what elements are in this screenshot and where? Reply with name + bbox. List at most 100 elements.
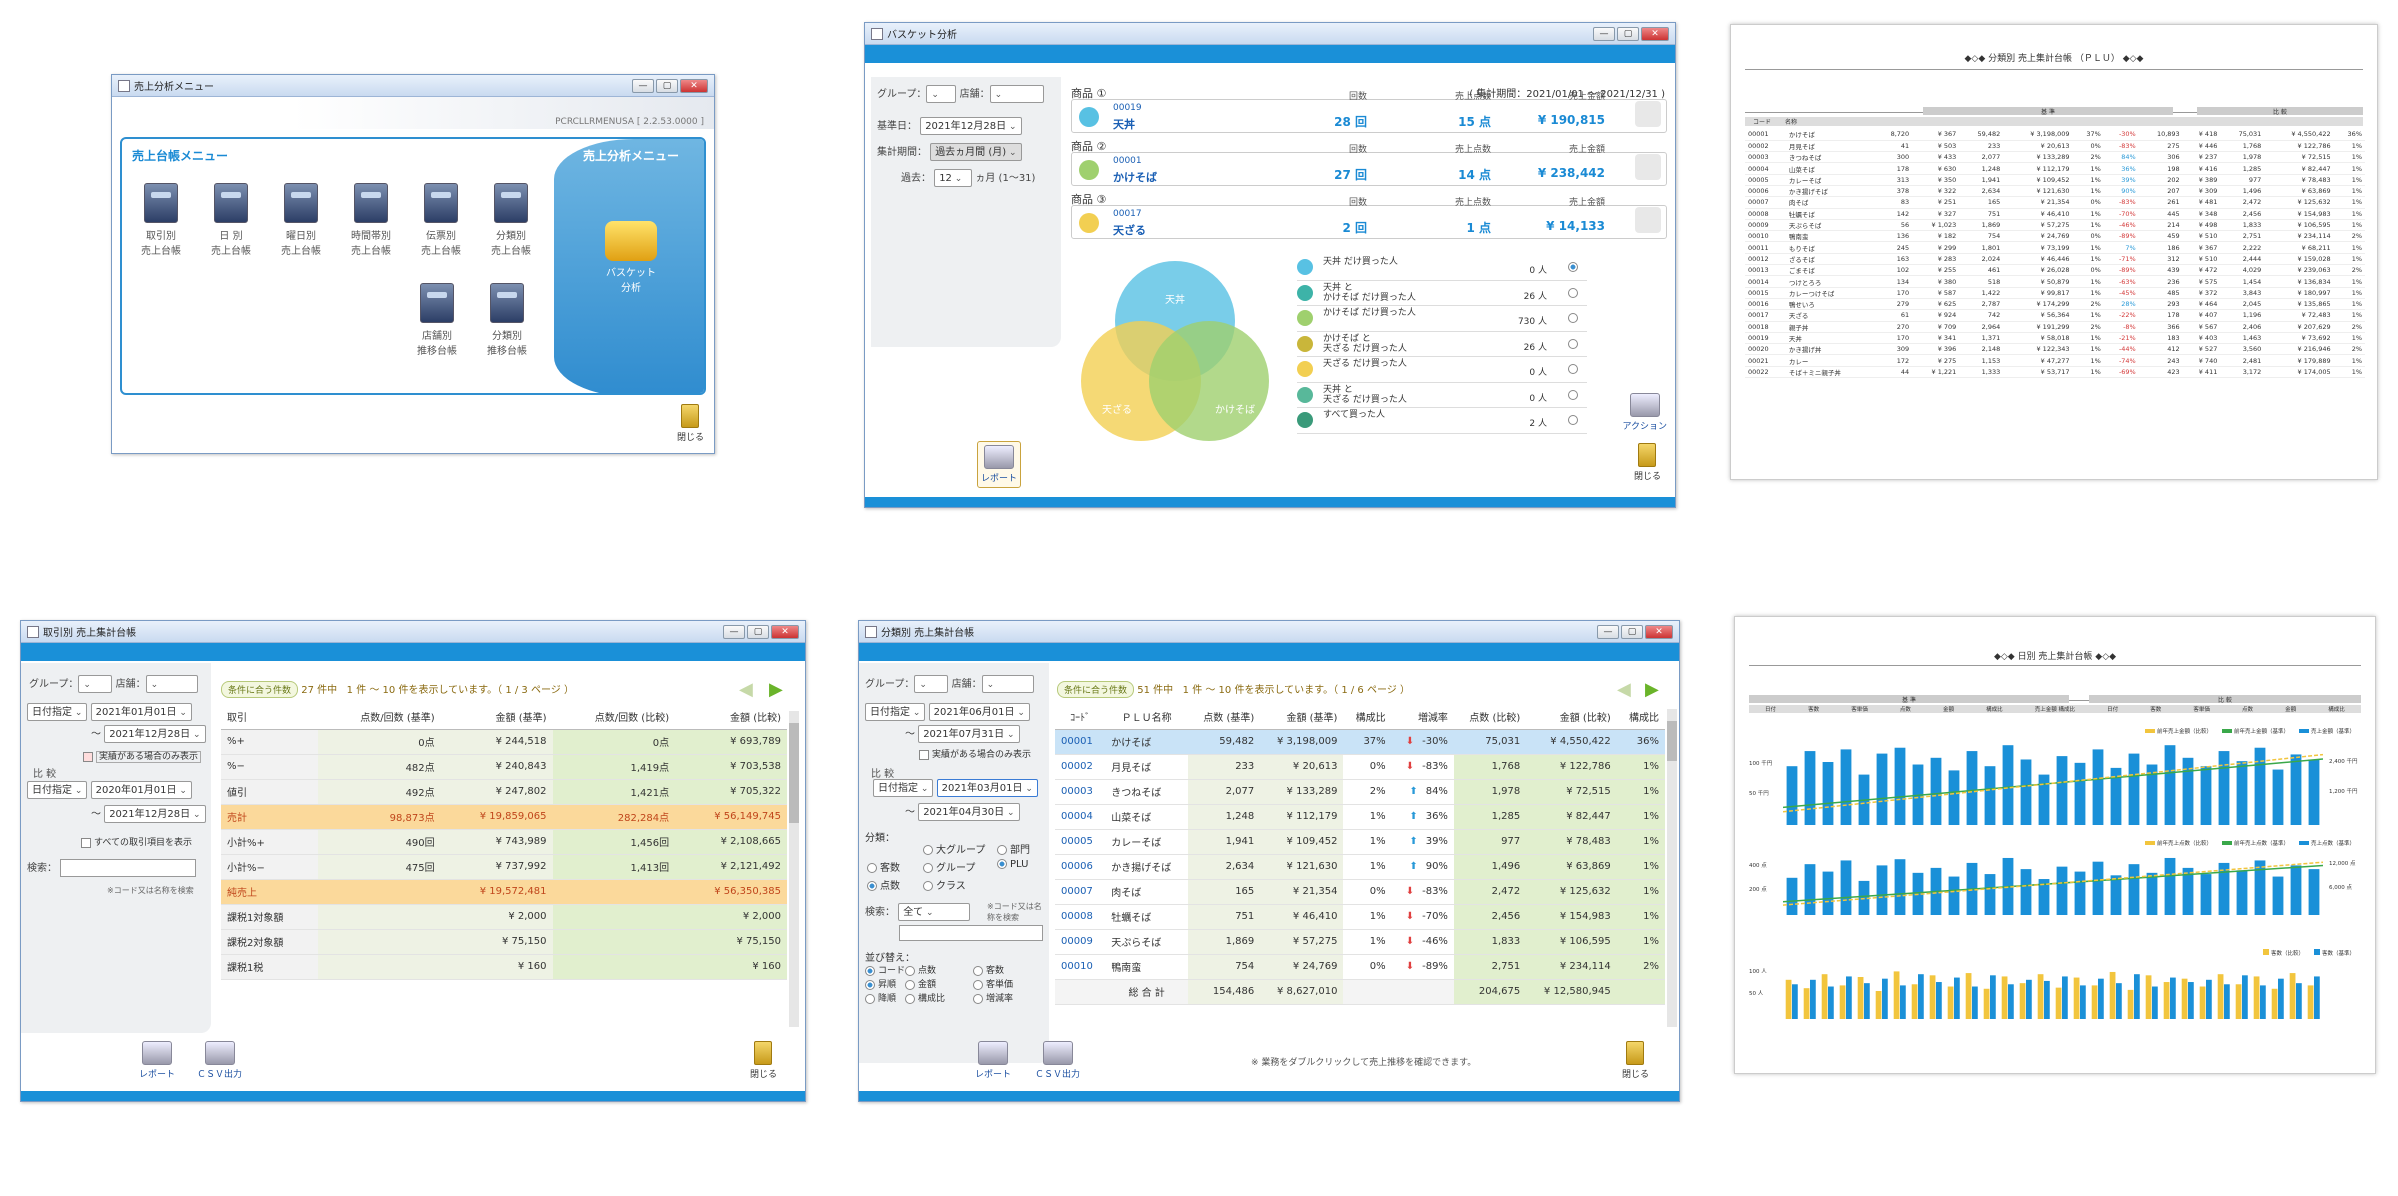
sort-option[interactable]: 構成比 <box>905 991 945 1004</box>
segment-radio[interactable] <box>1568 287 1578 298</box>
csv-button[interactable]: ＣＳＶ出力 <box>197 1041 242 1080</box>
radio-button[interactable] <box>905 965 915 976</box>
ledger-4-button[interactable]: 伝票別 売上台帳 <box>412 183 470 257</box>
buyer-row[interactable]: 天丼 だけ買った人 0 人 <box>1297 255 1587 281</box>
sort-option[interactable]: 増減率 <box>973 991 1013 1004</box>
segment-radio[interactable] <box>1568 364 1578 374</box>
radio-button[interactable] <box>973 993 983 1004</box>
sort-option[interactable]: 客数 <box>973 963 1004 976</box>
next-page-button[interactable]: ▶ <box>769 679 783 700</box>
basket-close-button[interactable]: 閉じる <box>1634 443 1661 482</box>
product-card[interactable]: 商品 ① 00019 天丼 回数 28 回売上点数 15 点売上金額 ¥ 190,815 <box>1071 85 1667 137</box>
past-months-spinner[interactable]: 12 <box>934 169 973 187</box>
group-select[interactable] <box>78 675 113 693</box>
order-option[interactable]: 降順 <box>865 991 896 1004</box>
table-row[interactable]: 00006 かき揚げそば 2,634 ¥ 121,630 1% ⬆ 90% 1,496 ¥ 63… <box>1055 854 1665 880</box>
radio-button[interactable] <box>865 979 875 990</box>
close-window-button[interactable]: ✕ <box>771 624 799 639</box>
order-option[interactable]: 昇順 <box>865 977 896 990</box>
prev-page-button[interactable]: ◀ <box>1617 679 1631 700</box>
product-card[interactable]: 商品 ③ 00017 天ざる 回数 2 回売上点数 1 点売上金額 ¥ 14,133 <box>1071 191 1667 243</box>
category-scrollbar[interactable] <box>1667 709 1677 1027</box>
csv-button[interactable]: ＣＳＶ出力 <box>1035 1041 1080 1080</box>
maximize-button[interactable]: ▢ <box>747 624 769 639</box>
ledger-2-button[interactable]: 曜日別 売上台帳 <box>272 183 330 257</box>
date-mode-select[interactable]: 日付指定 <box>27 703 88 721</box>
minimize-button[interactable]: — <box>632 78 654 93</box>
report-button[interactable]: レポート <box>139 1041 175 1080</box>
minimize-button[interactable]: — <box>1597 624 1619 639</box>
sort-option[interactable]: 客単価 <box>973 977 1013 990</box>
compare-to-select[interactable]: 2021年04月30日 <box>918 803 1020 821</box>
table-row[interactable]: 課税1対象額 ¥ 2,000 ¥ 2,000 <box>221 904 787 930</box>
department-radio[interactable] <box>997 845 1007 855</box>
radio-button[interactable] <box>865 993 875 1004</box>
ledger-7-button[interactable]: 分類別 推移台帳 <box>478 283 536 357</box>
table-row[interactable]: %− 482点 ¥ 240,843 1,419点 ¥ 703,538 <box>221 754 787 780</box>
segment-radio[interactable] <box>1568 262 1578 272</box>
compare-from-select[interactable]: 2021年03月01日 <box>936 779 1038 797</box>
ledger-6-button[interactable]: 店舗別 推移台帳 <box>408 283 466 357</box>
radio-button[interactable] <box>905 993 915 1004</box>
buyer-row[interactable]: かけそば と 天ざる だけ買った人 26 人 <box>1297 332 1587 357</box>
customers-radio[interactable] <box>867 863 877 873</box>
class-radio[interactable] <box>923 881 933 891</box>
ledger-0-button[interactable]: 取引別 売上台帳 <box>132 183 190 257</box>
period-select[interactable]: 過去ヵ月間 (月) <box>930 143 1022 161</box>
trade-scrollbar[interactable] <box>789 711 799 1027</box>
table-row[interactable]: 00002 月見そば 233 ¥ 20,613 0% ⬇ -83% 1,768 ¥ 122,78… <box>1055 754 1665 780</box>
buyer-row[interactable]: すべて買った人 2 人 <box>1297 408 1587 434</box>
from-date-select[interactable]: 2021年01月01日 <box>90 703 192 721</box>
results-only-checkbox[interactable] <box>919 749 929 760</box>
table-row[interactable]: 00010 鴨南蛮 754 ¥ 24,769 0% ⬇ -89% 2,751 ¥ 234,114… <box>1055 954 1665 980</box>
segment-radio[interactable] <box>1568 389 1578 400</box>
results-only-checkbox[interactable] <box>83 751 93 762</box>
minimize-button[interactable]: — <box>1593 26 1615 41</box>
table-row[interactable]: 小計%− 475回 ¥ 737,992 1,413回 ¥ 2,121,492 <box>221 854 787 880</box>
table-row[interactable]: %+ 0点 ¥ 244,518 0点 ¥ 693,789 <box>221 729 787 755</box>
close-window-button[interactable]: ✕ <box>680 78 708 93</box>
group-select[interactable] <box>914 675 949 693</box>
table-row[interactable]: 00008 牡蠣そば 751 ¥ 46,410 1% ⬇ -70% 2,456 ¥ 154,98… <box>1055 904 1665 930</box>
report-button[interactable]: レポート <box>975 1041 1011 1080</box>
buyer-row[interactable]: 天ざる だけ買った人 0 人 <box>1297 357 1587 383</box>
table-row[interactable]: 売計 98,873点 ¥ 19,859,065 282,284点 ¥ 56,149,74… <box>221 804 787 830</box>
show-all-checkbox[interactable] <box>81 837 91 848</box>
table-row[interactable]: 値引 492点 ¥ 247,802 1,421点 ¥ 705,322 <box>221 779 787 805</box>
radio-button[interactable] <box>973 979 983 990</box>
table-row[interactable]: 純売上 ¥ 19,572,481 ¥ 56,350,385 <box>221 879 787 905</box>
ledger-5-button[interactable]: 分類別 売上台帳 <box>482 183 540 257</box>
from-date-select[interactable]: 2021年06月01日 <box>928 703 1030 721</box>
next-page-button[interactable]: ▶ <box>1645 679 1659 700</box>
compare-mode-select[interactable]: 日付指定 <box>873 779 934 797</box>
radio-button[interactable] <box>973 965 983 976</box>
table-row[interactable]: 小計%+ 490回 ¥ 743,989 1,456回 ¥ 2,108,665 <box>221 829 787 855</box>
to-date-select[interactable]: 2021年07月31日 <box>918 725 1020 743</box>
plu-radio[interactable] <box>997 859 1007 869</box>
segment-radio[interactable] <box>1568 338 1578 349</box>
table-row[interactable]: 00001 かけそば 59,482 ¥ 3,198,009 37% ⬇ -30% 75,031… <box>1055 729 1665 755</box>
segment-radio[interactable] <box>1568 415 1578 425</box>
trade-close-button[interactable]: 閉じる <box>750 1041 777 1080</box>
buyer-row[interactable]: 天丼 と かけそば だけ買った人 26 人 <box>1297 281 1587 306</box>
big-group-radio[interactable] <box>923 845 933 855</box>
group-radio[interactable] <box>923 863 933 873</box>
sort-option[interactable]: コード <box>865 963 905 976</box>
action-button[interactable]: アクション <box>1622 393 1667 432</box>
table-row[interactable]: 課税1税 ¥ 160 ¥ 160 <box>221 954 787 980</box>
table-row[interactable]: 00007 肉そば 165 ¥ 21,354 0% ⬇ -83% 2,472 ¥ 125,632… <box>1055 879 1665 905</box>
points-radio[interactable] <box>867 881 877 891</box>
close-window-button[interactable]: ✕ <box>1641 26 1669 41</box>
buyer-row[interactable]: かけそば だけ買った人 730 人 <box>1297 306 1587 332</box>
table-row[interactable]: 00005 カレーそば 1,941 ¥ 109,452 1% ⬆ 39% 977 ¥ 78,48… <box>1055 829 1665 855</box>
group-select[interactable] <box>926 85 957 103</box>
compare-mode-select[interactable]: 日付指定 <box>27 781 88 799</box>
table-row[interactable]: 00009 天ぷらそば 1,869 ¥ 57,275 1% ⬇ -46% 1,833 ¥ 106… <box>1055 929 1665 955</box>
to-date-select[interactable]: 2021年12月28日 <box>104 725 206 743</box>
product-card[interactable]: 商品 ② 00001 かけそば 回数 27 回売上点数 14 点売上金額 ¥ 238,442 <box>1071 138 1667 190</box>
store-select[interactable] <box>989 85 1044 103</box>
radio-button[interactable] <box>865 965 875 976</box>
compare-to-select[interactable]: 2021年12月28日 <box>104 805 206 823</box>
store-select[interactable] <box>981 675 1034 693</box>
report-button[interactable]: レポート <box>977 441 1022 488</box>
